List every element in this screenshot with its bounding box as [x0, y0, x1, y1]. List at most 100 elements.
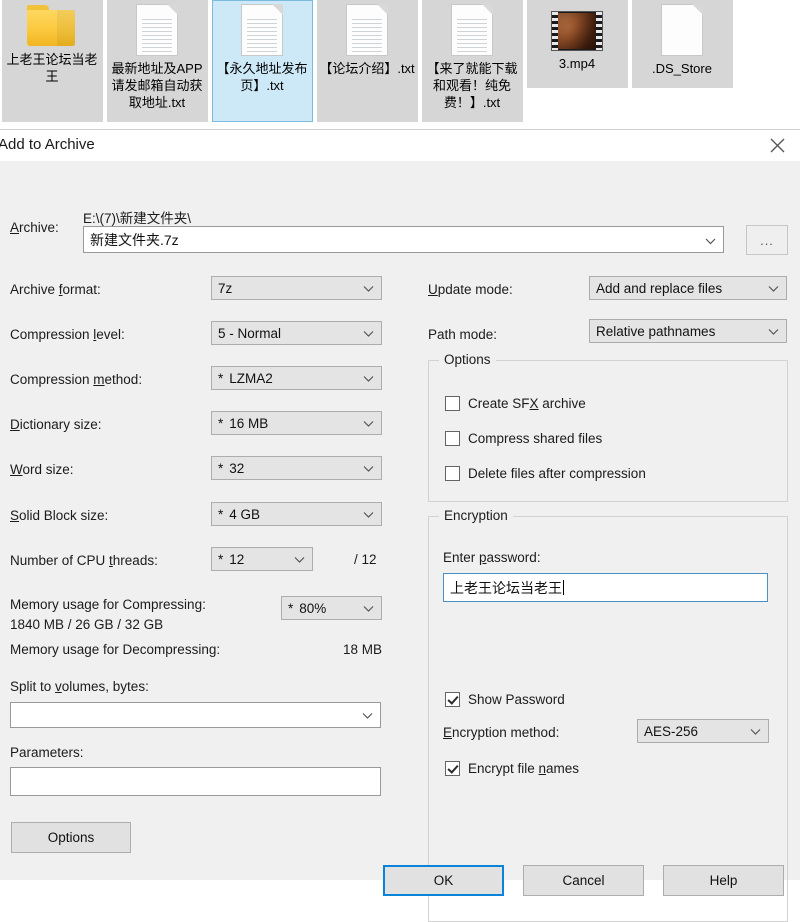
archive-name-combo[interactable]: 新建文件夹.7z	[83, 226, 724, 253]
memory-usage-combo[interactable]: * 80%	[281, 596, 382, 620]
chevron-down-icon	[363, 507, 374, 522]
cpu-threads-value: 12	[229, 551, 245, 567]
checkbox-show-password[interactable]: Show Password	[445, 692, 565, 707]
blank-document-icon	[661, 4, 703, 56]
dictionary-size-value: 16 MB	[229, 415, 269, 431]
checkbox-label: Create SFX archive	[468, 396, 586, 411]
checkbox-compress-shared[interactable]: Compress shared files	[445, 431, 602, 446]
default-marker: *	[218, 506, 224, 522]
encryption-method-value: AES-256	[644, 723, 699, 739]
file-label: 【永久地址发布页】.txt	[216, 61, 308, 93]
file-label: .DS_Store	[652, 61, 712, 76]
memory-decompressing-label: Memory usage for Decompressing:	[10, 642, 221, 657]
memory-compressing-label: Memory usage for Compressing:	[10, 597, 206, 612]
password-value: 上老王论坛当老王	[450, 579, 562, 596]
memory-decompressing-value: 18 MB	[343, 642, 383, 657]
text-document-icon	[346, 4, 388, 56]
chevron-down-icon	[362, 708, 373, 723]
password-input[interactable]: 上老王论坛当老王	[443, 573, 768, 602]
compression-method-value: LZMA2	[229, 370, 273, 386]
list-item[interactable]: 【来了就能下载和观看！纯免费！】.txt	[420, 0, 524, 122]
default-marker: *	[218, 460, 224, 476]
compression-method-combo[interactable]: * LZMA2	[211, 366, 382, 390]
checkbox-label: Delete files after compression	[468, 466, 646, 481]
file-label: 【来了就能下载和观看！纯免费！】.txt	[426, 61, 518, 110]
parameters-input[interactable]	[10, 767, 381, 796]
archive-path: E:\(7)\新建文件夹\	[83, 211, 192, 226]
browse-button[interactable]: ...	[746, 225, 788, 255]
text-document-icon	[241, 4, 283, 56]
checkbox-box	[445, 466, 460, 481]
memory-usage-value: 80%	[299, 600, 327, 616]
list-item[interactable]: .DS_Store	[630, 0, 734, 122]
dictionary-size-combo[interactable]: * 16 MB	[211, 411, 382, 435]
chevron-down-icon	[750, 724, 761, 739]
checkbox-box	[445, 431, 460, 446]
cpu-threads-total: / 12	[354, 552, 377, 567]
parameters-label: Parameters:	[10, 745, 84, 760]
file-label: 上老王论坛当老王	[6, 52, 98, 84]
archive-format-value: 7z	[218, 280, 233, 296]
archive-format-label: Archive format:	[10, 282, 101, 297]
checkbox-encrypt-file-names[interactable]: Encrypt file names	[445, 761, 579, 776]
compression-method-label: Compression method:	[10, 372, 143, 387]
chevron-down-icon	[363, 371, 374, 386]
file-label: 3.mp4	[558, 56, 596, 71]
close-icon[interactable]	[754, 130, 800, 161]
encryption-method-combo[interactable]: AES-256	[637, 719, 769, 743]
checkbox-delete-after[interactable]: Delete files after compression	[445, 466, 646, 481]
checkbox-label: Encrypt file names	[468, 761, 580, 776]
compression-level-value: 5 - Normal	[218, 325, 282, 341]
default-marker: *	[218, 551, 224, 567]
update-mode-combo[interactable]: Add and replace files	[589, 276, 787, 300]
checkbox-create-sfx[interactable]: Create SFX archive	[445, 396, 586, 411]
default-marker: *	[288, 600, 294, 616]
checkbox-box	[445, 761, 460, 776]
chevron-down-icon	[363, 601, 374, 616]
archive-format-combo[interactable]: 7z	[211, 276, 382, 300]
chevron-down-icon	[363, 281, 374, 296]
chevron-down-icon	[363, 326, 374, 341]
solid-block-size-combo[interactable]: * 4 GB	[211, 502, 382, 526]
default-marker: *	[218, 370, 224, 386]
video-file-icon	[551, 11, 603, 51]
dialog-titlebar: Add to Archive	[0, 130, 800, 162]
list-item[interactable]: 上老王论坛当老王	[0, 0, 104, 122]
compression-level-label: Compression level:	[10, 327, 125, 342]
dialog-title: Add to Archive	[0, 136, 95, 153]
chevron-down-icon	[768, 281, 779, 296]
compression-level-combo[interactable]: 5 - Normal	[211, 321, 382, 345]
word-size-value: 32	[229, 460, 245, 476]
options-button[interactable]: Options	[11, 822, 131, 853]
archive-label: Archive:	[10, 220, 59, 235]
text-document-icon	[451, 4, 493, 56]
update-mode-value: Add and replace files	[596, 280, 723, 296]
list-item[interactable]: 【论坛介绍】.txt	[315, 0, 419, 122]
chevron-down-icon	[768, 324, 779, 339]
archive-name-value: 新建文件夹.7z	[90, 231, 179, 248]
split-volumes-combo[interactable]	[10, 702, 381, 728]
list-item-selected[interactable]: 【永久地址发布页】.txt	[210, 0, 314, 122]
cancel-button[interactable]: Cancel	[523, 865, 644, 896]
help-button[interactable]: Help	[663, 865, 784, 896]
file-list: 上老王论坛当老王 最新地址及APP请发邮箱自动获取地址.txt 【永久地址发布页…	[0, 0, 735, 122]
chevron-down-icon	[705, 232, 716, 248]
ok-button[interactable]: OK	[383, 865, 504, 896]
encryption-group-caption: Encryption	[439, 508, 513, 523]
file-label: 【论坛介绍】.txt	[319, 61, 415, 76]
path-mode-combo[interactable]: Relative pathnames	[589, 319, 787, 343]
cpu-threads-combo[interactable]: * 12	[211, 547, 313, 571]
checkbox-label: Compress shared files	[468, 431, 603, 446]
file-label: 最新地址及APP请发邮箱自动获取地址.txt	[111, 61, 203, 110]
word-size-combo[interactable]: * 32	[211, 456, 382, 480]
split-volumes-label: Split to volumes, bytes:	[10, 679, 149, 694]
memory-compressing-detail: 1840 MB / 26 GB / 32 GB	[10, 617, 164, 632]
solid-block-size-label: Solid Block size:	[10, 508, 109, 523]
dialog-body: Archive: E:\(7)\新建文件夹\ 新建文件夹.7z ... Arch…	[0, 161, 800, 922]
checkbox-box	[445, 396, 460, 411]
list-item[interactable]: 3.mp4	[525, 0, 629, 122]
chevron-down-icon	[294, 552, 305, 567]
list-item[interactable]: 最新地址及APP请发邮箱自动获取地址.txt	[105, 0, 209, 122]
path-mode-label: Path mode:	[428, 327, 498, 342]
chevron-down-icon	[363, 461, 374, 476]
